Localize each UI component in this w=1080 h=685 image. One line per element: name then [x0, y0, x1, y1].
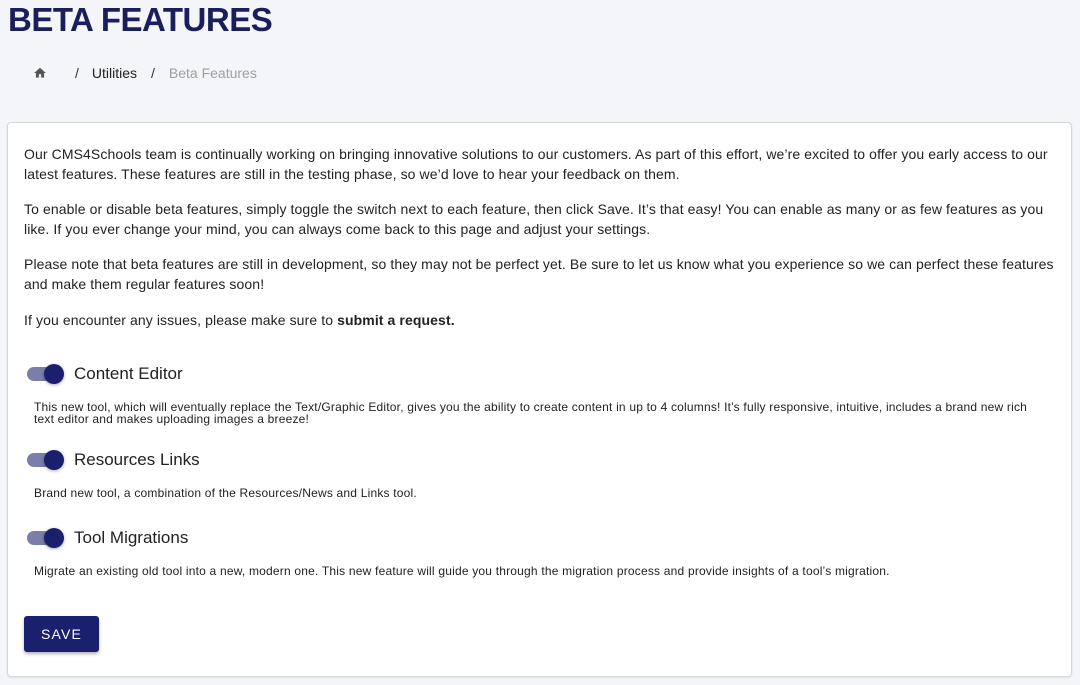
save-button[interactable]: SAVE — [24, 616, 99, 652]
breadcrumb-utilities-link[interactable]: Utilities — [92, 65, 137, 81]
home-icon[interactable] — [33, 66, 47, 80]
breadcrumb-separator: / — [151, 65, 155, 81]
breadcrumb-current: Beta Features — [168, 65, 257, 81]
toggle-thumb — [44, 450, 64, 470]
page-title: BETA FEATURES — [8, 1, 273, 38]
content-editor-toggle[interactable] — [26, 362, 66, 386]
feature-description: Migrate an existing old tool into a new,… — [34, 564, 890, 578]
intro-paragraph: Our CMS4Schools team is continually work… — [24, 146, 1048, 182]
intro-paragraph: Please note that beta features are still… — [24, 256, 1054, 292]
toggle-thumb — [44, 528, 64, 548]
submit-request-link[interactable]: submit a request. — [337, 312, 455, 328]
breadcrumb: / Utilities / Beta Features — [33, 62, 257, 84]
issues-paragraph: If you encounter any issues, please make… — [24, 310, 1054, 330]
breadcrumb-separator: / — [75, 65, 79, 81]
beta-features-card: Our CMS4Schools team is continually work… — [7, 122, 1072, 677]
feature-name: Resources Links — [74, 450, 200, 469]
issues-text: If you encounter any issues, please make… — [24, 312, 338, 328]
feature-name: Tool Migrations — [74, 528, 189, 547]
feature-description: This new tool, which will eventually rep… — [34, 400, 1028, 426]
intro-paragraph: To enable or disable beta features, simp… — [24, 201, 1044, 237]
feature-name: Content Editor — [74, 364, 183, 383]
tool-migrations-toggle[interactable] — [26, 526, 66, 550]
resources-links-toggle[interactable] — [26, 448, 66, 472]
toggle-thumb — [44, 364, 64, 384]
feature-description: Brand new tool, a combination of the Res… — [34, 486, 417, 500]
